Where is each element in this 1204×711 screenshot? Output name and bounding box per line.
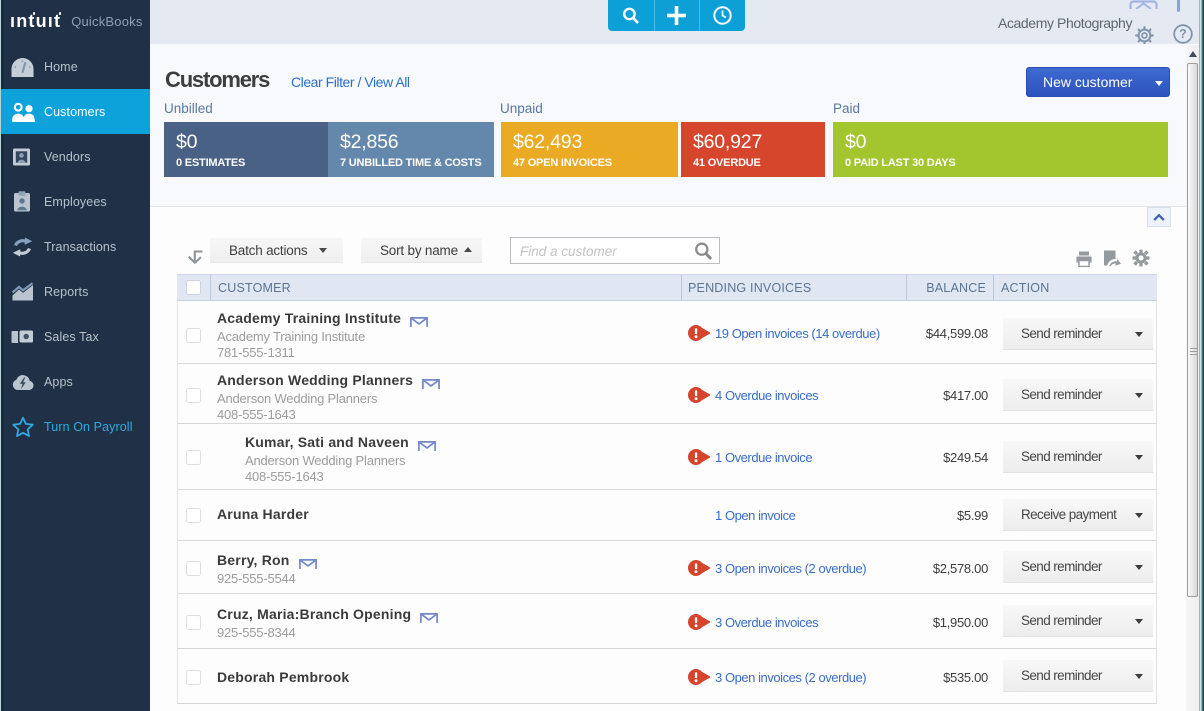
svg-text:?: ? <box>1179 27 1187 41</box>
